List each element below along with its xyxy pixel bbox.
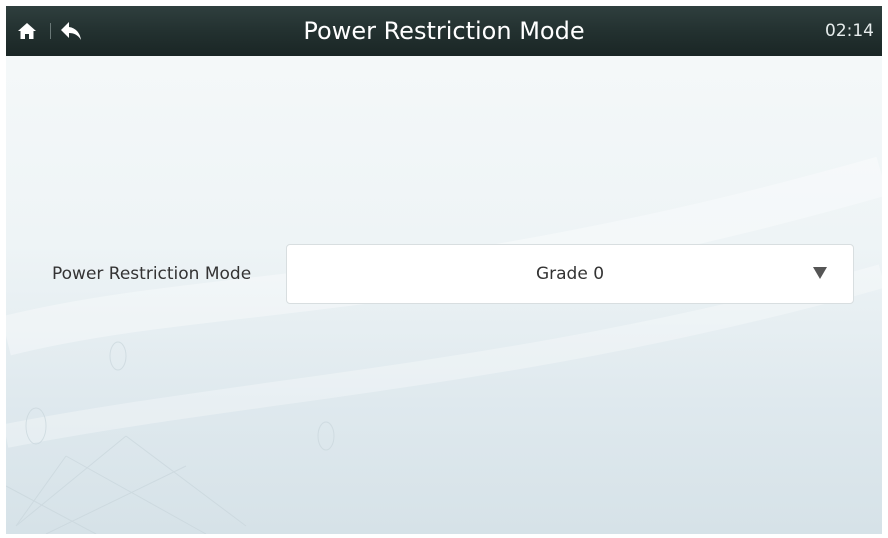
dropdown-selected-value: Grade 0 — [535, 264, 605, 284]
page-title: Power Restriction Mode — [303, 17, 585, 45]
title-bar: Power Restriction Mode 02:14 — [6, 6, 882, 56]
power-restriction-dropdown[interactable]: Grade 0 — [286, 244, 854, 304]
app-window: Power Restriction Mode 02:14 Power Restr… — [6, 6, 882, 534]
clock: 02:14 — [825, 21, 874, 41]
power-restriction-label: Power Restriction Mode — [52, 264, 252, 284]
screen: Power Restriction Mode 02:14 Power Restr… — [0, 0, 888, 538]
chevron-down-icon — [813, 267, 827, 279]
